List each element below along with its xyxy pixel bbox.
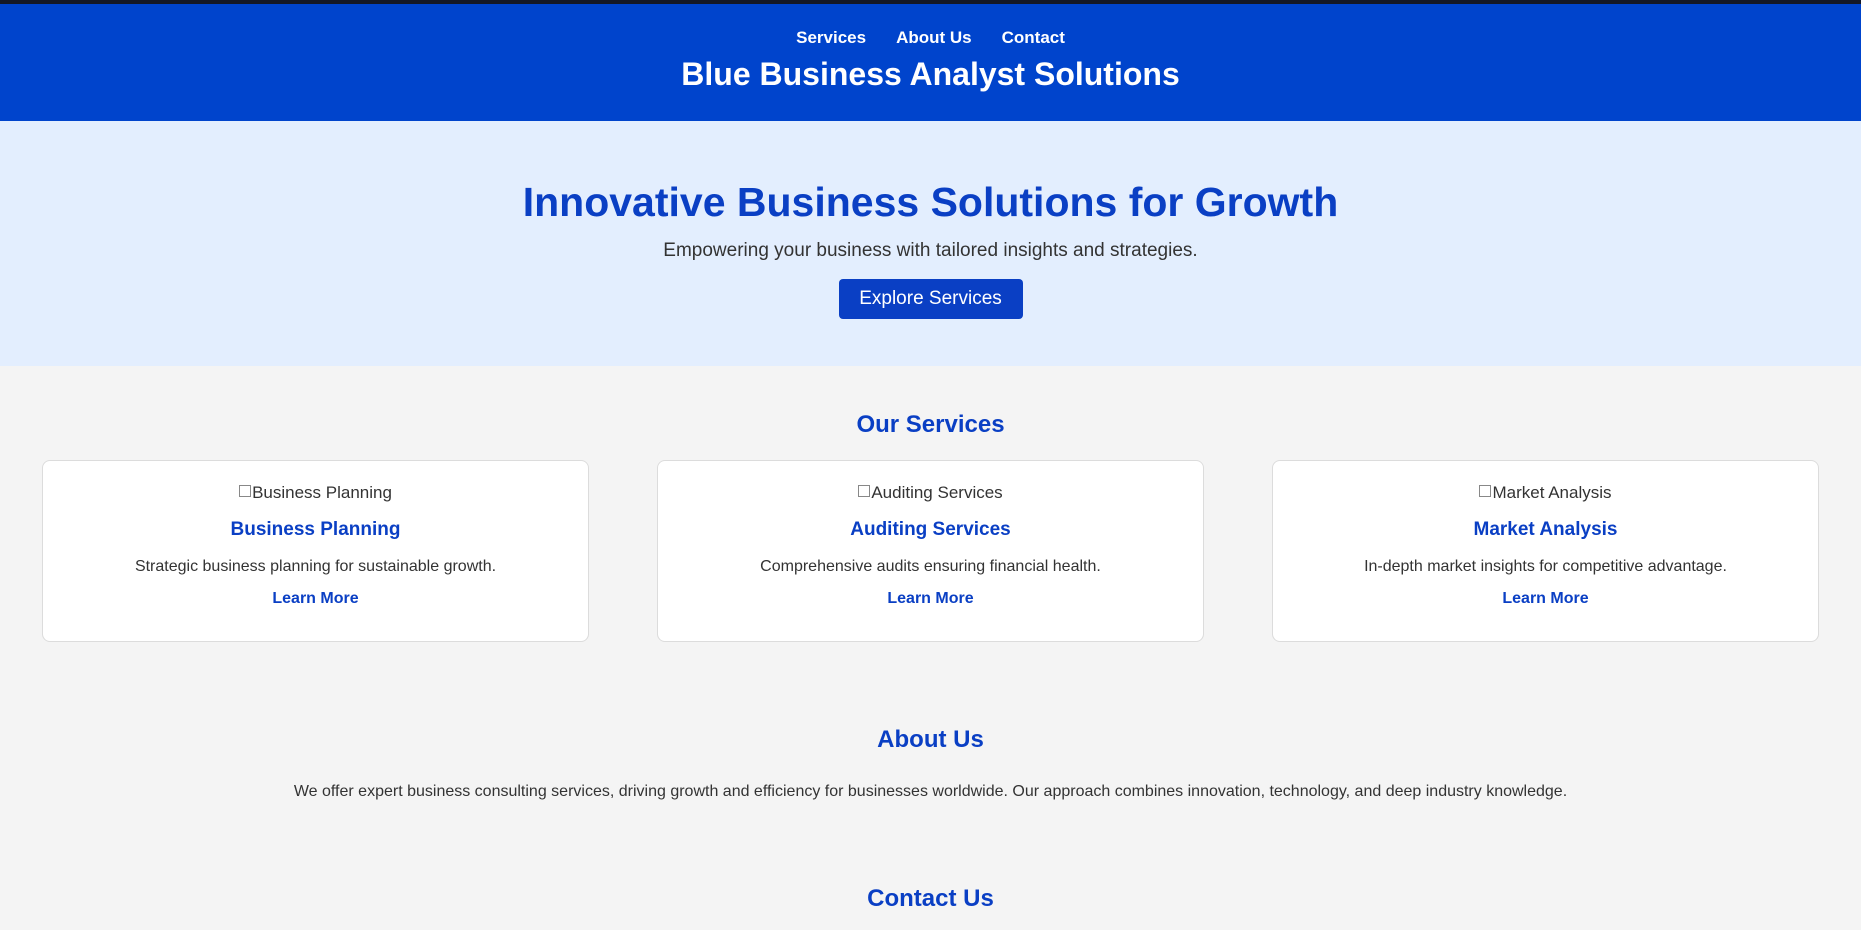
hero-section: Innovative Business Solutions for Growth… bbox=[0, 121, 1861, 366]
service-image: Market Analysis bbox=[1479, 483, 1612, 503]
service-cards: Business Planning Business Planning Stra… bbox=[0, 460, 1861, 642]
nav-link-services[interactable]: Services bbox=[796, 28, 866, 48]
service-description: Strategic business planning for sustaina… bbox=[134, 558, 497, 575]
explore-services-button[interactable]: Explore Services bbox=[838, 279, 1023, 319]
broken-image-icon bbox=[1479, 485, 1492, 497]
hero-subheading: Empowering your business with tailored i… bbox=[663, 240, 1198, 261]
main-nav: Services About Us Contact bbox=[0, 28, 1861, 48]
contact-title: Contact Us bbox=[867, 885, 994, 912]
hero-heading: Innovative Business Solutions for Growth bbox=[522, 179, 1339, 225]
site-header: Services About Us Contact Blue Business … bbox=[0, 4, 1861, 121]
about-section: About Us We offer expert business consul… bbox=[0, 642, 1861, 801]
services-title: Our Services bbox=[856, 411, 1005, 438]
site-title: Blue Business Analyst Solutions bbox=[681, 56, 1180, 92]
broken-image-icon bbox=[858, 485, 871, 497]
image-alt-text: Business Planning bbox=[252, 483, 392, 502]
services-section: Our Services Business Planning Business … bbox=[0, 366, 1861, 642]
service-image: Business Planning bbox=[239, 483, 392, 503]
nav-link-contact[interactable]: Contact bbox=[1002, 28, 1065, 48]
service-title: Business Planning bbox=[230, 519, 401, 540]
service-card-auditing-services: Auditing Services Auditing Services Comp… bbox=[657, 460, 1204, 642]
service-title: Market Analysis bbox=[1473, 519, 1618, 540]
learn-more-link[interactable]: Learn More bbox=[887, 590, 973, 608]
service-card-business-planning: Business Planning Business Planning Stra… bbox=[42, 460, 589, 642]
service-card-market-analysis: Market Analysis Market Analysis In-depth… bbox=[1272, 460, 1819, 642]
nav-link-about-us[interactable]: About Us bbox=[896, 28, 972, 48]
broken-image-icon bbox=[239, 485, 252, 497]
about-text: We offer expert business consulting serv… bbox=[293, 783, 1568, 800]
contact-section: Contact Us bbox=[0, 801, 1861, 913]
service-title: Auditing Services bbox=[850, 519, 1011, 540]
service-image: Auditing Services bbox=[858, 483, 1003, 503]
service-description: In-depth market insights for competitive… bbox=[1364, 558, 1727, 575]
learn-more-link[interactable]: Learn More bbox=[1502, 590, 1588, 608]
learn-more-link[interactable]: Learn More bbox=[272, 590, 358, 608]
service-description: Comprehensive audits ensuring financial … bbox=[760, 558, 1101, 575]
image-alt-text: Market Analysis bbox=[1492, 483, 1612, 502]
about-title: About Us bbox=[877, 726, 984, 753]
image-alt-text: Auditing Services bbox=[871, 483, 1003, 502]
